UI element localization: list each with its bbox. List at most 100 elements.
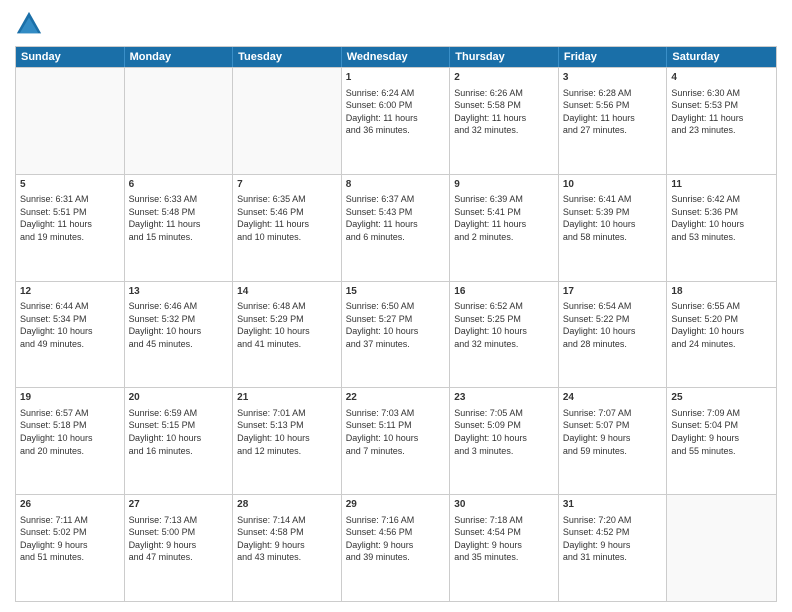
day-number: 13 [129, 285, 229, 299]
calendar-cell: 9Sunrise: 6:39 AM Sunset: 5:41 PM Daylig… [450, 175, 559, 281]
cell-content: Sunrise: 6:59 AM Sunset: 5:15 PM Dayligh… [129, 407, 229, 457]
cell-content: Sunrise: 6:48 AM Sunset: 5:29 PM Dayligh… [237, 300, 337, 350]
header-day-saturday: Saturday [667, 47, 776, 67]
header-day-thursday: Thursday [450, 47, 559, 67]
calendar-cell [125, 68, 234, 174]
day-number: 10 [563, 178, 663, 192]
cell-content: Sunrise: 6:55 AM Sunset: 5:20 PM Dayligh… [671, 300, 772, 350]
calendar-cell [233, 68, 342, 174]
logo-icon [15, 10, 43, 38]
cell-content: Sunrise: 6:44 AM Sunset: 5:34 PM Dayligh… [20, 300, 120, 350]
day-number: 20 [129, 391, 229, 405]
calendar-cell: 27 Sunrise: 7:13 AM Sunset: 5:00 PM Dayli… [125, 495, 234, 601]
day-number: 30 [454, 498, 554, 512]
cell-content: Sunrise: 7:07 AM Sunset: 5:07 PM Dayligh… [563, 407, 663, 457]
cell-content: Sunrise: 6:35 AM Sunset: 5:46 PM Dayligh… [237, 193, 337, 243]
day-number: 23 [454, 391, 554, 405]
day-number: 1 [346, 71, 446, 85]
day-number: 14 [237, 285, 337, 299]
day-number: 7 [237, 178, 337, 192]
day-number: 3 [563, 71, 663, 85]
calendar-cell: 23 Sunrise: 7:05 AM Sunset: 5:09 PM Dayli… [450, 388, 559, 494]
calendar-cell: 11Sunrise: 6:42 AM Sunset: 5:36 PM Dayli… [667, 175, 776, 281]
cell-content: Sunrise: 6:37 AM Sunset: 5:43 PM Dayligh… [346, 193, 446, 243]
calendar-cell: 16Sunrise: 6:52 AM Sunset: 5:25 PM Dayli… [450, 282, 559, 388]
calendar-cell [16, 68, 125, 174]
calendar-cell: 26 Sunrise: 7:11 AM Sunset: 5:02 PM Dayli… [16, 495, 125, 601]
calendar-cell: 20 Sunrise: 6:59 AM Sunset: 5:15 PM Dayli… [125, 388, 234, 494]
day-number: 31 [563, 498, 663, 512]
day-number: 21 [237, 391, 337, 405]
cell-content: Sunrise: 7:13 AM Sunset: 5:00 PM Dayligh… [129, 514, 229, 564]
day-number: 8 [346, 178, 446, 192]
header-day-monday: Monday [125, 47, 234, 67]
day-number: 5 [20, 178, 120, 192]
day-number: 17 [563, 285, 663, 299]
day-number: 18 [671, 285, 772, 299]
cell-content: Sunrise: 6:24 AM Sunset: 6:00 PM Dayligh… [346, 87, 446, 137]
cell-content: Sunrise: 7:03 AM Sunset: 5:11 PM Dayligh… [346, 407, 446, 457]
cell-content: Sunrise: 6:31 AM Sunset: 5:51 PM Dayligh… [20, 193, 120, 243]
header-day-wednesday: Wednesday [342, 47, 451, 67]
cell-content: Sunrise: 6:28 AM Sunset: 5:56 PM Dayligh… [563, 87, 663, 137]
calendar-cell: 18Sunrise: 6:55 AM Sunset: 5:20 PM Dayli… [667, 282, 776, 388]
day-number: 28 [237, 498, 337, 512]
header-day-tuesday: Tuesday [233, 47, 342, 67]
cell-content: Sunrise: 6:30 AM Sunset: 5:53 PM Dayligh… [671, 87, 772, 137]
cell-content: Sunrise: 6:52 AM Sunset: 5:25 PM Dayligh… [454, 300, 554, 350]
calendar-cell: 8Sunrise: 6:37 AM Sunset: 5:43 PM Daylig… [342, 175, 451, 281]
calendar-header: SundayMondayTuesdayWednesdayThursdayFrid… [16, 47, 776, 67]
calendar-cell: 10Sunrise: 6:41 AM Sunset: 5:39 PM Dayli… [559, 175, 668, 281]
calendar-cell: 17Sunrise: 6:54 AM Sunset: 5:22 PM Dayli… [559, 282, 668, 388]
day-number: 27 [129, 498, 229, 512]
calendar-cell: 15Sunrise: 6:50 AM Sunset: 5:27 PM Dayli… [342, 282, 451, 388]
calendar-cell: 4 Sunrise: 6:30 AM Sunset: 5:53 PM Daylig… [667, 68, 776, 174]
calendar: SundayMondayTuesdayWednesdayThursdayFrid… [15, 46, 777, 602]
calendar-row-4: 19Sunrise: 6:57 AM Sunset: 5:18 PM Dayli… [16, 387, 776, 494]
cell-content: Sunrise: 7:01 AM Sunset: 5:13 PM Dayligh… [237, 407, 337, 457]
day-number: 9 [454, 178, 554, 192]
calendar-cell: 21 Sunrise: 7:01 AM Sunset: 5:13 PM Dayli… [233, 388, 342, 494]
calendar-row-2: 5Sunrise: 6:31 AM Sunset: 5:51 PM Daylig… [16, 174, 776, 281]
calendar-cell: 13Sunrise: 6:46 AM Sunset: 5:32 PM Dayli… [125, 282, 234, 388]
calendar-cell: 1 Sunrise: 6:24 AM Sunset: 6:00 PM Daylig… [342, 68, 451, 174]
day-number: 4 [671, 71, 772, 85]
cell-content: Sunrise: 6:41 AM Sunset: 5:39 PM Dayligh… [563, 193, 663, 243]
day-number: 16 [454, 285, 554, 299]
day-number: 29 [346, 498, 446, 512]
cell-content: Sunrise: 7:16 AM Sunset: 4:56 PM Dayligh… [346, 514, 446, 564]
calendar-cell: 2Sunrise: 6:26 AM Sunset: 5:58 PM Daylig… [450, 68, 559, 174]
cell-content: Sunrise: 7:05 AM Sunset: 5:09 PM Dayligh… [454, 407, 554, 457]
cell-content: Sunrise: 7:20 AM Sunset: 4:52 PM Dayligh… [563, 514, 663, 564]
calendar-cell: 29 Sunrise: 7:16 AM Sunset: 4:56 PM Dayli… [342, 495, 451, 601]
cell-content: Sunrise: 6:50 AM Sunset: 5:27 PM Dayligh… [346, 300, 446, 350]
day-number: 24 [563, 391, 663, 405]
calendar-cell: 5Sunrise: 6:31 AM Sunset: 5:51 PM Daylig… [16, 175, 125, 281]
calendar-cell: 22Sunrise: 7:03 AM Sunset: 5:11 PM Dayli… [342, 388, 451, 494]
day-number: 12 [20, 285, 120, 299]
cell-content: Sunrise: 7:14 AM Sunset: 4:58 PM Dayligh… [237, 514, 337, 564]
cell-content: Sunrise: 7:09 AM Sunset: 5:04 PM Dayligh… [671, 407, 772, 457]
calendar-cell: 25Sunrise: 7:09 AM Sunset: 5:04 PM Dayli… [667, 388, 776, 494]
calendar-row-1: 1 Sunrise: 6:24 AM Sunset: 6:00 PM Daylig… [16, 67, 776, 174]
page-header [15, 10, 777, 38]
cell-content: Sunrise: 7:11 AM Sunset: 5:02 PM Dayligh… [20, 514, 120, 564]
day-number: 11 [671, 178, 772, 192]
cell-content: Sunrise: 6:33 AM Sunset: 5:48 PM Dayligh… [129, 193, 229, 243]
calendar-cell: 28 Sunrise: 7:14 AM Sunset: 4:58 PM Dayli… [233, 495, 342, 601]
calendar-body: 1 Sunrise: 6:24 AM Sunset: 6:00 PM Daylig… [16, 67, 776, 601]
day-number: 26 [20, 498, 120, 512]
calendar-cell: 30 Sunrise: 7:18 AM Sunset: 4:54 PM Dayli… [450, 495, 559, 601]
logo [15, 10, 47, 38]
day-number: 6 [129, 178, 229, 192]
calendar-cell [667, 495, 776, 601]
calendar-cell: 19Sunrise: 6:57 AM Sunset: 5:18 PM Dayli… [16, 388, 125, 494]
calendar-cell: 12Sunrise: 6:44 AM Sunset: 5:34 PM Dayli… [16, 282, 125, 388]
cell-content: Sunrise: 6:39 AM Sunset: 5:41 PM Dayligh… [454, 193, 554, 243]
cell-content: Sunrise: 6:54 AM Sunset: 5:22 PM Dayligh… [563, 300, 663, 350]
cell-content: Sunrise: 7:18 AM Sunset: 4:54 PM Dayligh… [454, 514, 554, 564]
calendar-cell: 24 Sunrise: 7:07 AM Sunset: 5:07 PM Dayli… [559, 388, 668, 494]
header-day-sunday: Sunday [16, 47, 125, 67]
calendar-cell: 7Sunrise: 6:35 AM Sunset: 5:46 PM Daylig… [233, 175, 342, 281]
cell-content: Sunrise: 6:42 AM Sunset: 5:36 PM Dayligh… [671, 193, 772, 243]
